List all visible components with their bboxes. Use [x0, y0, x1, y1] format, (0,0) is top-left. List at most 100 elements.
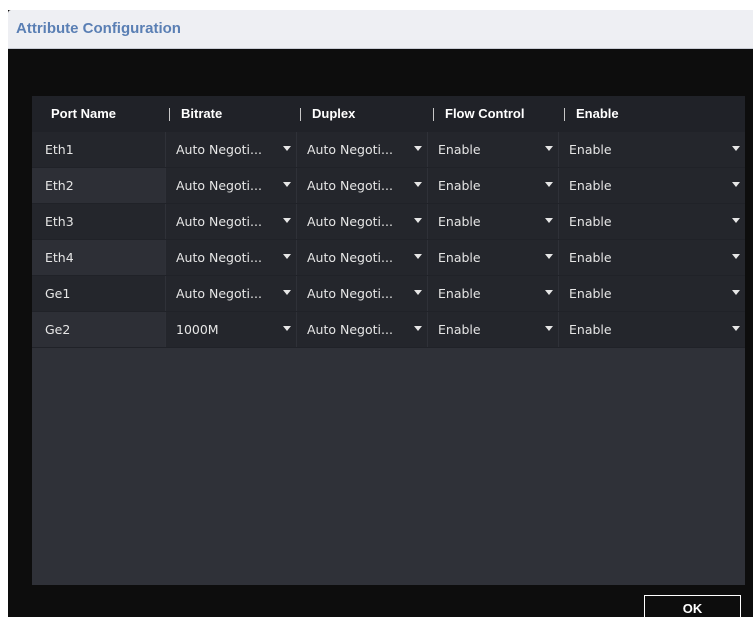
enable-dropdown-value: Enable [569, 214, 612, 229]
attribute-configuration-dialog: Attribute Configuration Port Name Bitrat… [8, 10, 753, 617]
header-bitrate: Bitrate [181, 106, 223, 121]
bitrate-dropdown[interactable]: Auto Negoti... [166, 168, 296, 203]
header-separator [300, 108, 301, 121]
chevron-down-icon[interactable] [732, 182, 740, 187]
duplex-dropdown[interactable]: Auto Negoti... [297, 312, 427, 347]
table-row: Eth3 Auto Negoti... Auto Negoti... Enable En… [32, 204, 745, 240]
duplex-dropdown[interactable]: Auto Negoti... [297, 168, 427, 203]
chevron-down-icon[interactable] [414, 326, 422, 331]
chevron-down-icon[interactable] [732, 218, 740, 223]
row-divider [32, 347, 745, 348]
flow-control-dropdown[interactable]: Enable [428, 312, 558, 347]
enable-dropdown-value: Enable [569, 142, 612, 157]
bitrate-dropdown[interactable]: Auto Negoti... [166, 240, 296, 275]
table-row: Eth2 Auto Negoti... Auto Negoti... Enable En… [32, 168, 745, 204]
chevron-down-icon[interactable] [545, 182, 553, 187]
enable-dropdown-value: Enable [569, 322, 612, 337]
table-row: Eth4 Auto Negoti... Auto Negoti... Enable En… [32, 240, 745, 276]
header-port-name: Port Name [51, 106, 117, 121]
chevron-down-icon[interactable] [732, 146, 740, 151]
chevron-down-icon[interactable] [414, 182, 422, 187]
bitrate-dropdown-value: Auto Negoti... [176, 250, 262, 265]
flow-control-dropdown[interactable]: Enable [428, 276, 558, 311]
header-flow-control: Flow Control [445, 106, 525, 121]
bitrate-dropdown[interactable]: Auto Negoti... [166, 204, 296, 239]
chevron-down-icon[interactable] [545, 254, 553, 259]
port-name-cell: Eth1 [32, 132, 165, 167]
enable-dropdown-value: Enable [569, 178, 612, 193]
chevron-down-icon[interactable] [414, 218, 422, 223]
enable-dropdown-value: Enable [569, 286, 612, 301]
flow-control-dropdown-value: Enable [438, 214, 481, 229]
chevron-down-icon[interactable] [545, 146, 553, 151]
table-row: Eth1 Auto Negoti... Auto Negoti... Enable En… [32, 132, 745, 168]
chevron-down-icon[interactable] [283, 290, 291, 295]
duplex-dropdown-value: Auto Negoti... [307, 178, 393, 193]
table-row: Ge2 1000M Auto Negoti... Enable Enable [32, 312, 745, 348]
port-name-cell: Ge2 [32, 312, 165, 347]
duplex-dropdown-value: Auto Negoti... [307, 322, 393, 337]
flow-control-dropdown[interactable]: Enable [428, 204, 558, 239]
chevron-down-icon[interactable] [545, 326, 553, 331]
port-name-cell: Eth4 [32, 240, 165, 275]
header-separator [169, 108, 170, 121]
chevron-down-icon[interactable] [414, 290, 422, 295]
enable-dropdown-value: Enable [569, 250, 612, 265]
port-attribute-table: Port Name Bitrate Duplex Flow Control En… [32, 96, 745, 585]
duplex-dropdown-value: Auto Negoti... [307, 286, 393, 301]
header-separator [433, 108, 434, 121]
chevron-down-icon[interactable] [283, 146, 291, 151]
bitrate-dropdown[interactable]: 1000M [166, 312, 296, 347]
bitrate-dropdown-value: 1000M [176, 322, 219, 337]
chevron-down-icon[interactable] [283, 182, 291, 187]
chevron-down-icon[interactable] [283, 218, 291, 223]
port-name-cell: Eth3 [32, 204, 165, 239]
duplex-dropdown-value: Auto Negoti... [307, 214, 393, 229]
chevron-down-icon[interactable] [545, 290, 553, 295]
duplex-dropdown[interactable]: Auto Negoti... [297, 204, 427, 239]
table-header: Port Name Bitrate Duplex Flow Control En… [32, 96, 745, 132]
port-name-cell: Ge1 [32, 276, 165, 311]
enable-dropdown[interactable]: Enable [559, 276, 745, 311]
enable-dropdown[interactable]: Enable [559, 204, 745, 239]
flow-control-dropdown-value: Enable [438, 250, 481, 265]
duplex-dropdown[interactable]: Auto Negoti... [297, 240, 427, 275]
bitrate-dropdown-value: Auto Negoti... [176, 142, 262, 157]
chevron-down-icon[interactable] [545, 218, 553, 223]
chevron-down-icon[interactable] [732, 254, 740, 259]
title-bar[interactable]: Attribute Configuration [8, 10, 753, 49]
chevron-down-icon[interactable] [732, 326, 740, 331]
header-duplex: Duplex [312, 106, 356, 121]
flow-control-dropdown-value: Enable [438, 178, 481, 193]
chevron-down-icon[interactable] [732, 290, 740, 295]
ok-button[interactable]: OK [644, 595, 741, 617]
duplex-dropdown-value: Auto Negoti... [307, 250, 393, 265]
duplex-dropdown[interactable]: Auto Negoti... [297, 276, 427, 311]
bitrate-dropdown[interactable]: Auto Negoti... [166, 276, 296, 311]
duplex-dropdown-value: Auto Negoti... [307, 142, 393, 157]
chevron-down-icon[interactable] [283, 326, 291, 331]
chevron-down-icon[interactable] [414, 254, 422, 259]
duplex-dropdown[interactable]: Auto Negoti... [297, 132, 427, 167]
enable-dropdown[interactable]: Enable [559, 312, 745, 347]
flow-control-dropdown[interactable]: Enable [428, 168, 558, 203]
dialog-title: Attribute Configuration [16, 20, 181, 37]
header-separator [564, 108, 565, 121]
flow-control-dropdown[interactable]: Enable [428, 132, 558, 167]
header-enable: Enable [576, 106, 619, 121]
chevron-down-icon[interactable] [414, 146, 422, 151]
enable-dropdown[interactable]: Enable [559, 132, 745, 167]
bitrate-dropdown[interactable]: Auto Negoti... [166, 132, 296, 167]
chevron-down-icon[interactable] [283, 254, 291, 259]
port-name-cell: Eth2 [32, 168, 165, 203]
enable-dropdown[interactable]: Enable [559, 168, 745, 203]
flow-control-dropdown-value: Enable [438, 322, 481, 337]
bitrate-dropdown-value: Auto Negoti... [176, 178, 262, 193]
flow-control-dropdown-value: Enable [438, 286, 481, 301]
flow-control-dropdown[interactable]: Enable [428, 240, 558, 275]
flow-control-dropdown-value: Enable [438, 142, 481, 157]
enable-dropdown[interactable]: Enable [559, 240, 745, 275]
bitrate-dropdown-value: Auto Negoti... [176, 286, 262, 301]
table-row: Ge1 Auto Negoti... Auto Negoti... Enable Ena… [32, 276, 745, 312]
bitrate-dropdown-value: Auto Negoti... [176, 214, 262, 229]
